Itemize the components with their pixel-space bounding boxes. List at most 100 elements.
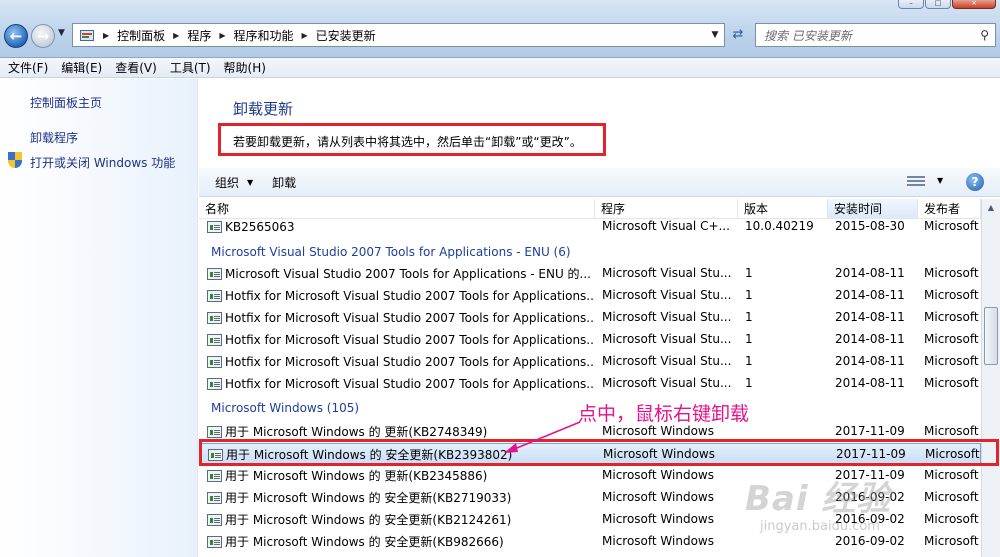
address-dropdown-icon[interactable]: ▼ xyxy=(706,30,724,40)
column-header-version[interactable]: 版本 xyxy=(738,199,828,219)
cell-version: 1 xyxy=(745,266,753,280)
chevron-right-icon[interactable]: ▶ xyxy=(173,31,179,40)
organize-button[interactable]: 组织 xyxy=(215,174,239,191)
update-icon xyxy=(207,426,222,438)
scrollbar-thumb[interactable] xyxy=(984,307,998,365)
uninstall-program-link[interactable]: 卸载程序 xyxy=(30,129,78,146)
cell-program: Microsoft Windows xyxy=(602,534,714,548)
refresh-icon: ⇄ xyxy=(732,27,744,42)
help-button[interactable]: ? xyxy=(966,173,984,191)
update-row[interactable]: Microsoft Visual Studio 2007 Tools for A… xyxy=(199,263,981,285)
cell-installed-on: 2015-08-30 xyxy=(835,219,905,233)
column-header-installed-on[interactable]: 安装时间 xyxy=(828,199,918,219)
update-name: Hotfix for Microsoft Visual Studio 2007 … xyxy=(225,355,595,369)
list-header: 名称 程序 版本 安装时间 发布者 xyxy=(199,199,981,219)
cell-version: 1 xyxy=(745,332,753,346)
address-bar[interactable]: ▶ 控制面板 ▶ 程序 ▶ 程序和功能 ▶ 已安装更新 ▼ xyxy=(72,23,725,47)
update-icon xyxy=(207,356,222,368)
maximize-button[interactable]: □ xyxy=(925,0,951,9)
scroll-up-icon[interactable]: ▲ xyxy=(982,199,1000,216)
menu-edit[interactable]: 编辑(E) xyxy=(61,59,102,76)
cell-name: Hotfix for Microsoft Visual Studio 2007 … xyxy=(207,285,595,307)
cell-publisher: Microsoft xyxy=(924,490,979,504)
breadcrumb-programs-features[interactable]: 程序和功能 xyxy=(234,27,294,44)
chevron-right-icon[interactable]: ▶ xyxy=(219,31,225,40)
chevron-right-icon[interactable]: ▶ xyxy=(302,31,308,40)
cell-publisher: Microsoft xyxy=(924,512,979,526)
watermark-logo: Bai 经验 xyxy=(745,479,892,519)
group-header[interactable]: Microsoft Visual Studio 2007 Tools for A… xyxy=(211,241,571,263)
cell-program: Microsoft Visual Stu... xyxy=(602,354,732,368)
cell-version: 1 xyxy=(745,354,753,368)
view-options-icon[interactable] xyxy=(907,175,925,189)
update-name: Hotfix for Microsoft Visual Studio 2007 … xyxy=(225,289,595,303)
uninstall-button[interactable]: 卸载 xyxy=(272,174,296,191)
update-row[interactable]: Hotfix for Microsoft Visual Studio 2007 … xyxy=(199,329,981,351)
search-icon[interactable]: ⚲ xyxy=(980,28,989,42)
control-panel-icon xyxy=(79,27,95,43)
refresh-button[interactable]: ⇄ xyxy=(727,24,749,46)
column-header-installed-on-label: 安装时间 xyxy=(834,202,883,216)
left-task-pane: 控制面板主页 卸载程序 打开或关闭 Windows 功能 xyxy=(0,79,198,557)
update-icon xyxy=(207,312,222,324)
forward-button[interactable]: → xyxy=(31,24,55,48)
update-row[interactable]: KB2565063 Microsoft Visual C+... 10.0.4021… xyxy=(199,219,981,238)
search-placeholder: 搜索 已安装更新 xyxy=(764,28,852,43)
cell-name: KB2565063 xyxy=(207,219,595,238)
group-header[interactable]: Microsoft Windows (105) xyxy=(211,397,359,419)
update-icon xyxy=(207,290,222,302)
column-header-publisher[interactable]: 发布者 xyxy=(918,199,981,219)
update-name: Microsoft Visual Studio 2007 Tools for A… xyxy=(225,267,592,281)
cell-name: 用于 Microsoft Windows 的 安全更新(KB2124261) xyxy=(207,509,595,531)
update-icon xyxy=(207,268,222,280)
cell-publisher: Microsoft xyxy=(924,468,979,482)
cell-installed-on: 2014-08-11 xyxy=(835,310,905,324)
windows-features-link[interactable]: 打开或关闭 Windows 功能 xyxy=(30,154,175,171)
close-button[interactable]: × xyxy=(952,0,996,9)
instruction-text: 若要卸载更新，请从列表中将其选中，然后单击“卸载”或“更改”。 xyxy=(218,123,606,156)
cell-version: 10.0.40219 xyxy=(745,219,814,233)
menu-help[interactable]: 帮助(H) xyxy=(224,59,266,76)
title-bar: – □ × ← → ▼ ▶ 控制面板 ▶ 程序 ▶ 程序和功能 ▶ 已安装更新 … xyxy=(0,0,1000,58)
annotation-text: 点中，鼠标右键卸载 xyxy=(578,403,750,425)
back-button[interactable]: ← xyxy=(4,24,28,48)
update-icon xyxy=(207,492,222,504)
view-dropdown-icon[interactable]: ▼ xyxy=(937,176,943,185)
organize-dropdown-icon[interactable]: ▼ xyxy=(247,178,253,187)
cell-installed-on: 2014-08-11 xyxy=(835,266,905,280)
column-header-program[interactable]: 程序 xyxy=(595,199,738,219)
update-icon xyxy=(207,470,222,482)
update-name: KB2565063 xyxy=(225,220,295,234)
breadcrumb-installed-updates[interactable]: 已安装更新 xyxy=(316,27,376,44)
update-row[interactable]: 用于 Microsoft Windows 的 安全更新(KB982666) Mic… xyxy=(199,531,981,553)
window-controls: – □ × xyxy=(898,0,996,9)
update-row[interactable]: Hotfix for Microsoft Visual Studio 2007 … xyxy=(199,307,981,329)
cell-publisher: Microsoft xyxy=(924,534,979,548)
update-row[interactable]: Hotfix for Microsoft Visual Studio 2007 … xyxy=(199,285,981,307)
menu-tools[interactable]: 工具(T) xyxy=(170,59,211,76)
cell-name: Hotfix for Microsoft Visual Studio 2007 … xyxy=(207,351,595,373)
cell-publisher: Microsoft xyxy=(924,266,979,280)
update-name: Hotfix for Microsoft Visual Studio 2007 … xyxy=(225,333,595,347)
menu-file[interactable]: 文件(F) xyxy=(8,59,48,76)
cell-publisher: Microsoft xyxy=(924,332,979,346)
update-name: Hotfix for Microsoft Visual Studio 2007 … xyxy=(225,377,595,391)
control-panel-home-link[interactable]: 控制面板主页 xyxy=(30,94,102,111)
breadcrumb-programs[interactable]: 程序 xyxy=(187,27,211,44)
menu-view[interactable]: 查看(V) xyxy=(115,59,157,76)
search-input[interactable]: 搜索 已安装更新 ⚲ xyxy=(755,23,996,47)
cell-version: 1 xyxy=(745,288,753,302)
breadcrumb-control-panel[interactable]: 控制面板 xyxy=(117,27,165,44)
cell-program: Microsoft Visual Stu... xyxy=(602,266,732,280)
column-header-name[interactable]: 名称 xyxy=(199,199,595,219)
history-dropdown[interactable]: ▼ xyxy=(58,28,65,38)
update-row[interactable]: Hotfix for Microsoft Visual Studio 2007 … xyxy=(199,351,981,373)
cell-program: Microsoft Visual Stu... xyxy=(602,310,732,324)
vertical-scrollbar[interactable]: ▲ xyxy=(981,199,1000,557)
minimize-button[interactable]: – xyxy=(898,0,924,9)
update-icon xyxy=(207,514,222,526)
command-toolbar: 组织 ▼ 卸载 ▼ ? xyxy=(199,168,1000,197)
cell-publisher: Microsoft xyxy=(924,310,979,324)
update-row[interactable]: Hotfix for Microsoft Visual Studio 2007 … xyxy=(199,373,981,395)
chevron-right-icon[interactable]: ▶ xyxy=(103,31,109,40)
